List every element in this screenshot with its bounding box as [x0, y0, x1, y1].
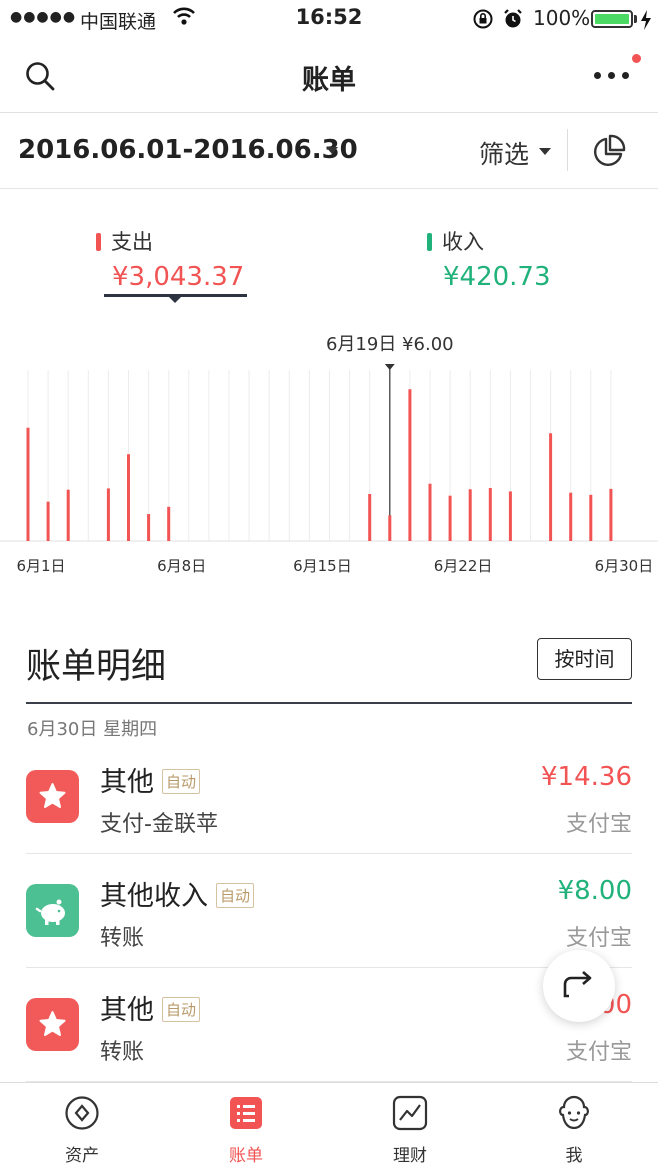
bar-6月1日	[26, 427, 30, 541]
rotation-lock-icon	[472, 8, 494, 34]
bar-6月25日	[508, 491, 512, 541]
x-tick-label: 6月22日	[434, 557, 493, 575]
item-category: 其他	[100, 995, 154, 1026]
detail-title: 账单明细	[26, 647, 167, 687]
bar-6月28日	[569, 492, 573, 541]
item-source: 支付宝	[565, 812, 632, 837]
sort-by-time-button[interactable]: 按时间	[537, 638, 632, 680]
battery-tip	[634, 15, 637, 23]
caret-down-icon[interactable]	[539, 148, 551, 155]
bar-6月5日	[106, 488, 110, 541]
battery-icon	[591, 10, 633, 28]
bar-6月27日	[549, 433, 553, 541]
bar-6月8日	[167, 506, 171, 541]
x-tick-label: 6月1日	[16, 557, 65, 575]
item-description: 支付-金联苹	[100, 812, 218, 837]
auto-tag: 自动	[162, 997, 201, 1022]
date-range-selector[interactable]: 2016.06.01-2016.06.30	[18, 135, 358, 165]
chart-canvas[interactable]: 6月1日 6月8日 6月15日 6月22日 6月30日	[0, 320, 658, 590]
bar-6月3日	[66, 489, 70, 541]
item-source: 支付宝	[565, 1040, 632, 1065]
income-summary-tab[interactable]: 收入 ¥420.73	[427, 226, 551, 292]
charging-icon	[640, 10, 652, 34]
star-icon	[26, 998, 79, 1051]
item-amount: ¥8.00	[557, 876, 632, 906]
bar-6月23日	[468, 489, 472, 541]
tab-label: 理财	[393, 1146, 427, 1166]
piggy-bank-icon	[26, 884, 79, 937]
active-tab-arrow	[169, 297, 181, 303]
redo-arrow-icon	[563, 971, 592, 998]
divider	[567, 129, 568, 171]
auto-tag: 自动	[216, 883, 255, 908]
bar-6月30日	[609, 488, 613, 541]
transaction-item[interactable]: 其他自动 转账 ¥1.00 支付宝	[26, 968, 632, 1082]
x-tick-label: 6月15日	[293, 557, 352, 575]
notification-badge	[632, 54, 641, 63]
bill-list-icon	[230, 1097, 262, 1129]
expense-summary-tab[interactable]: 支出 ¥3,043.37	[96, 226, 244, 292]
bar-6月7日	[147, 514, 151, 541]
bar-6月20日	[408, 389, 412, 541]
selection-marker	[384, 364, 395, 370]
caret-down-icon[interactable]	[326, 147, 338, 154]
expense-amount: ¥3,043.37	[112, 262, 245, 292]
day-label: 6月30日 星期四	[27, 719, 158, 740]
pie-chart-icon[interactable]	[591, 133, 627, 173]
tab-label: 账单	[229, 1146, 263, 1166]
bar-6月2日	[46, 501, 50, 541]
tab-label: 资产	[65, 1146, 99, 1166]
auto-tag: 自动	[162, 769, 201, 794]
item-category: 其他收入	[100, 881, 208, 912]
bill-page: ●●●●● 中国联通 16:52 100% 账单 2016.06.01-2016…	[0, 0, 658, 1170]
filter-button[interactable]: 筛选	[479, 135, 529, 171]
tab-bills[interactable]: 账单	[164, 1083, 328, 1170]
tab-label: 我	[565, 1146, 583, 1166]
x-tick-label: 6月8日	[157, 557, 206, 575]
profile-icon	[559, 1095, 589, 1130]
status-bar: ●●●●● 中国联通 16:52 100%	[0, 0, 658, 40]
navigation-bar: 账单	[0, 40, 658, 113]
item-category: 其他	[100, 767, 154, 798]
bar-6月18日	[368, 493, 372, 541]
detail-header: 账单明细 按时间	[26, 638, 632, 704]
asset-icon	[65, 1096, 99, 1130]
trend-icon	[392, 1095, 428, 1131]
income-label: 收入	[442, 230, 484, 254]
item-description: 转账	[100, 926, 145, 951]
bar-6月22日	[448, 495, 452, 541]
tab-profile[interactable]: 我	[492, 1083, 656, 1170]
back-to-top-button[interactable]	[543, 950, 615, 1022]
more-dot-icon	[608, 72, 615, 79]
income-amount: ¥420.73	[443, 262, 551, 292]
bar-6月29日	[589, 494, 593, 541]
x-tick-label: 6月30日	[595, 557, 654, 575]
more-dot-icon	[594, 72, 601, 79]
filter-bar: 2016.06.01-2016.06.30 筛选	[0, 113, 658, 189]
expense-marker	[96, 233, 101, 251]
star-icon	[26, 770, 79, 823]
tab-bar: 资产 账单 理财 我	[0, 1082, 658, 1170]
bar-6月6日	[127, 454, 130, 541]
alarm-icon	[502, 8, 524, 34]
summary-panel: 支出 ¥3,043.37 收入 ¥420.73	[0, 190, 658, 303]
more-dot-icon	[622, 72, 629, 79]
item-description: 转账	[100, 1040, 145, 1065]
bar-6月21日	[428, 483, 432, 541]
battery-percentage: 100%	[533, 6, 591, 30]
bar-6月24日	[488, 487, 492, 541]
transaction-item[interactable]: 其他收入 自动 转账 ¥8.00 支付宝	[26, 854, 632, 968]
tab-finance[interactable]: 理财	[328, 1083, 492, 1170]
page-title: 账单	[302, 65, 356, 96]
tab-assets[interactable]: 资产	[0, 1083, 164, 1170]
bar-6月19日	[388, 515, 392, 541]
item-source: 支付宝	[565, 926, 632, 951]
daily-expense-chart[interactable]: 6月19日 ¥6.00 6月1日 6月8日 6月15日 6月22日 6月30日	[0, 320, 658, 590]
more-button[interactable]	[590, 54, 641, 90]
item-amount: ¥14.36	[541, 762, 632, 792]
income-marker	[427, 233, 432, 251]
expense-label: 支出	[111, 230, 153, 254]
transaction-item[interactable]: 其他 自动 支付-金联苹 ¥14.36 支付宝	[26, 740, 632, 854]
